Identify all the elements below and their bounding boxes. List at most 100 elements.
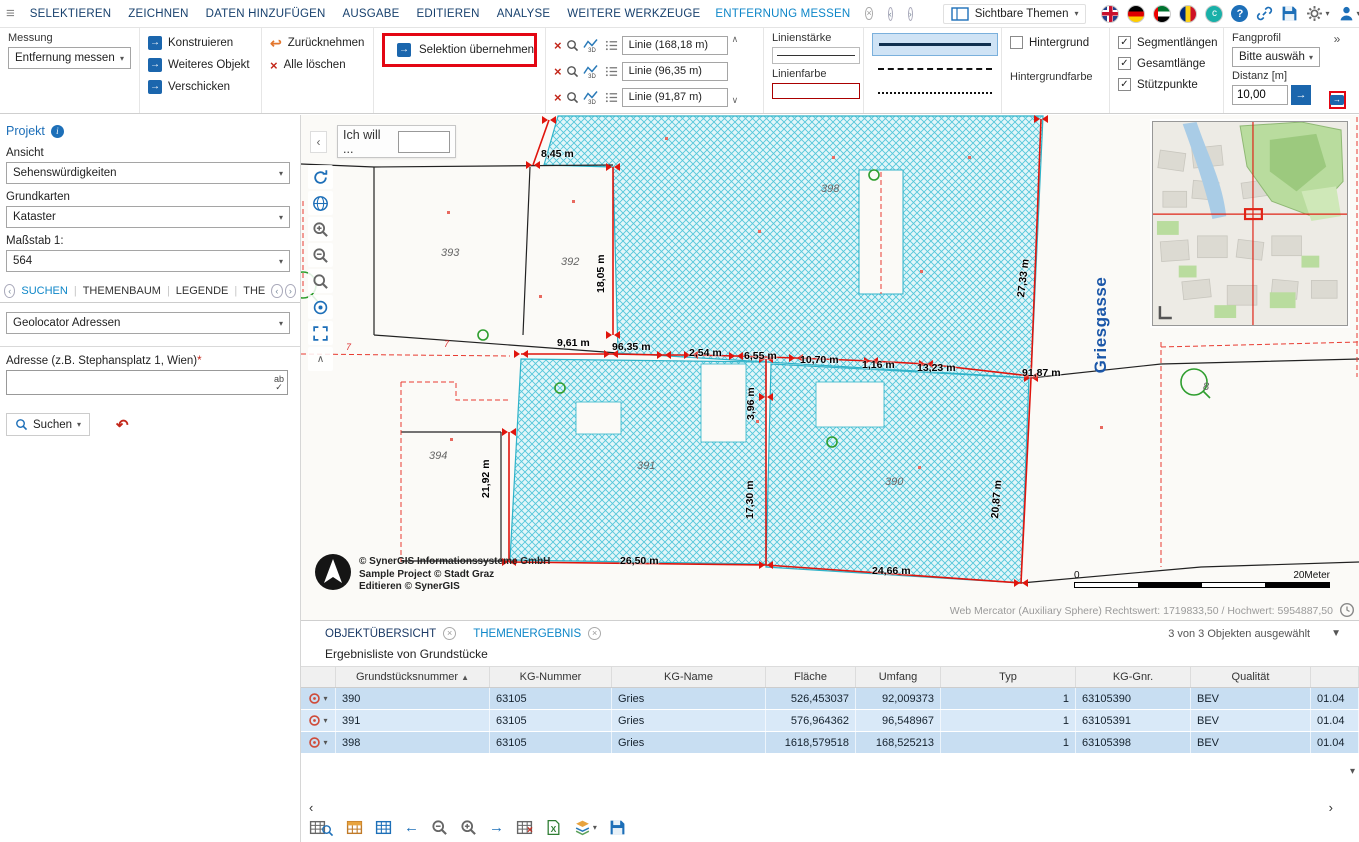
line-3d-icon[interactable] xyxy=(583,90,601,105)
line-3d-icon[interactable] xyxy=(583,64,601,79)
full-extent-icon[interactable] xyxy=(308,321,333,345)
zoom-in-results-icon[interactable] xyxy=(460,819,477,836)
sidebar-tabs-left-icon[interactable]: ‹ xyxy=(4,284,15,298)
history-clock-icon[interactable] xyxy=(1339,602,1355,618)
line-width-select[interactable] xyxy=(772,47,860,64)
line-details-icon[interactable] xyxy=(605,39,618,52)
column-header[interactable]: KG-Nummer xyxy=(490,667,612,687)
basemap-select[interactable]: Kataster▾ xyxy=(6,206,290,228)
collapse-panel-icon[interactable]: ▼ xyxy=(1331,628,1341,639)
map-viewport[interactable]: 77 8,45 m18,05 m27,33 m9,61 m96,35 m2,54… xyxy=(301,115,1359,620)
line-details-icon[interactable] xyxy=(605,91,618,104)
option-checkbox[interactable]: ✓ xyxy=(1118,78,1131,91)
excel-export-icon[interactable] xyxy=(545,819,562,836)
menu-tab-editieren[interactable]: EDITIEREN xyxy=(417,8,480,20)
close-tab-icon[interactable]: × xyxy=(588,627,601,640)
new-table-icon[interactable] xyxy=(375,819,392,836)
table-row[interactable]: ▾39863105Gries1618,579518168,52521316310… xyxy=(301,732,1359,754)
column-header[interactable]: KG-Name xyxy=(612,667,766,687)
row-menu-icon[interactable]: ▾ xyxy=(323,738,327,747)
snap-profile-select[interactable]: Bitte auswäh▾ xyxy=(1232,47,1320,67)
column-header[interactable]: Grundstücksnummer▲ xyxy=(336,667,490,687)
settings-dropdown[interactable]: ▾ xyxy=(1306,5,1329,22)
language-other-icon[interactable]: c xyxy=(1205,5,1223,23)
menu-tab-ausgabe[interactable]: AUSGABE xyxy=(343,8,400,20)
construct-button[interactable]: →Konstruieren xyxy=(148,32,253,54)
close-tab-icon[interactable]: × xyxy=(443,627,456,640)
menu-tab-weitere-werkzeuge[interactable]: WEITERE WERKZEUGE xyxy=(567,8,700,20)
language-romanian-icon[interactable] xyxy=(1179,5,1197,23)
apply-distance-button[interactable]: → xyxy=(1291,85,1311,105)
clear-selection-icon[interactable]: × xyxy=(516,819,533,836)
scroll-up-icon[interactable]: ∧ xyxy=(732,34,739,45)
search-button[interactable]: Suchen ▾ xyxy=(6,413,90,436)
scroll-tabs-right-icon[interactable]: › xyxy=(908,7,913,21)
row-menu-icon[interactable]: ▾ xyxy=(323,694,327,703)
visible-themes-dropdown[interactable]: Sichtbare Themen ▾ xyxy=(943,4,1087,24)
link-icon[interactable] xyxy=(1256,5,1273,22)
scroll-tabs-left-icon[interactable]: ‹ xyxy=(888,7,893,21)
apply-selection-button[interactable]: → Selektion übernehmen xyxy=(382,33,537,67)
sort-ascending-icon[interactable]: ▲ xyxy=(461,673,469,682)
column-header[interactable]: Umfang xyxy=(856,667,941,687)
user-dropdown[interactable]: ▾ xyxy=(1338,5,1359,22)
line-details-icon[interactable] xyxy=(605,65,618,78)
ich-will-widget[interactable]: Ich will ... xyxy=(337,125,456,158)
option-checkbox[interactable]: ✓ xyxy=(1118,36,1131,49)
scroll-down-icon[interactable]: ∨ xyxy=(732,95,739,106)
option-checkbox[interactable]: ✓ xyxy=(1118,57,1131,70)
geolocator-select[interactable]: Geolocator Adressen▾ xyxy=(6,312,290,334)
delete-line-icon[interactable]: × xyxy=(554,65,562,78)
line-3d-icon[interactable] xyxy=(583,38,601,53)
delete-line-icon[interactable]: × xyxy=(554,91,562,104)
view-select[interactable]: Sehenswürdigkeiten▾ xyxy=(6,162,290,184)
column-header[interactable] xyxy=(1311,667,1359,687)
close-tool-icon[interactable]: × xyxy=(865,7,872,20)
next-record-icon[interactable]: → xyxy=(489,820,504,835)
refresh-map-icon[interactable] xyxy=(308,165,333,189)
scroll-right-icon[interactable]: › xyxy=(1329,800,1333,815)
ich-will-input[interactable] xyxy=(398,131,450,153)
sidebar-tab-legende[interactable]: LEGENDE xyxy=(172,285,233,297)
zoom-to-feature-icon[interactable] xyxy=(308,736,321,749)
column-header[interactable]: KG-Gnr. xyxy=(1076,667,1191,687)
background-checkbox-row[interactable]: Hintergrund xyxy=(1010,32,1101,53)
overview-map[interactable] xyxy=(1152,121,1348,326)
zoom-to-feature-icon[interactable] xyxy=(308,692,321,705)
additional-object-button[interactable]: →Weiteres Objekt xyxy=(148,54,253,76)
send-button[interactable]: →Verschicken xyxy=(148,76,253,98)
spellcheck-icon[interactable]: ab✓ xyxy=(274,375,284,391)
highlighted-tool-icon[interactable]: → xyxy=(1329,91,1346,109)
column-header[interactable]: Typ xyxy=(941,667,1076,687)
line-color-swatch[interactable] xyxy=(772,83,860,99)
scale-combo[interactable]: 564▾ xyxy=(6,250,290,272)
previous-record-icon[interactable]: ← xyxy=(404,820,419,835)
zoom-in-icon[interactable] xyxy=(308,217,333,241)
zoom-out-icon[interactable] xyxy=(308,243,333,267)
zoom-to-results-icon[interactable] xyxy=(309,818,334,837)
language-german-icon[interactable] xyxy=(1127,5,1145,23)
delete-all-button[interactable]: ×Alle löschen xyxy=(270,54,365,76)
sidebar-tabs-prev-icon[interactable]: ‹ xyxy=(271,284,282,298)
column-header[interactable]: Qualität xyxy=(1191,667,1311,687)
save-icon[interactable] xyxy=(1281,5,1298,22)
tab-themenergebnis[interactable]: THEMENERGEBNIS xyxy=(473,628,581,640)
help-icon[interactable]: ? xyxy=(1231,5,1248,22)
line-style-dotted[interactable] xyxy=(872,81,998,104)
reset-search-icon[interactable]: ↶ xyxy=(116,416,129,434)
zoom-line-icon[interactable] xyxy=(566,65,579,78)
column-header[interactable]: Fläche xyxy=(766,667,856,687)
undo-button[interactable]: ↩Zurücknehmen xyxy=(270,32,365,54)
zoom-line-icon[interactable] xyxy=(566,39,579,52)
attribute-table-icon[interactable] xyxy=(346,819,363,836)
table-row[interactable]: ▾39063105Gries526,45303792,0093731631053… xyxy=(301,688,1359,710)
zoom-out-results-icon[interactable] xyxy=(431,819,448,836)
address-input[interactable] xyxy=(7,371,287,394)
menu-tab-entfernung-messen[interactable]: ENTFERNUNG MESSEN xyxy=(715,8,850,20)
sidebar-tabs-next-icon[interactable]: › xyxy=(285,284,296,298)
tab-objektuebersicht[interactable]: OBJEKTÜBERSICHT xyxy=(325,628,436,640)
edit-layers-icon[interactable]: ▾ xyxy=(574,819,597,836)
zoom-window-icon[interactable] xyxy=(308,269,333,293)
horizontal-scrollbar[interactable]: ‹ › xyxy=(309,800,1333,814)
language-arabic-icon[interactable] xyxy=(1153,5,1171,23)
